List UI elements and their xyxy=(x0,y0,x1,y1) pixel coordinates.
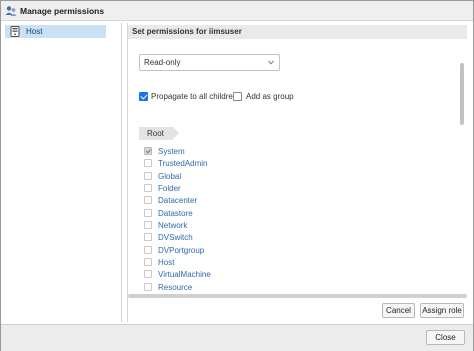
dialog-titlebar: Manage permissions xyxy=(1,1,473,21)
horizontal-scrollbar-thumb[interactable] xyxy=(128,294,467,298)
propagate-row[interactable]: Propagate to all children xyxy=(139,91,239,103)
inventory-tree: Host xyxy=(4,23,122,322)
object-checkbox[interactable] xyxy=(144,282,152,291)
object-label[interactable]: Host xyxy=(158,257,174,268)
object-label[interactable]: TrustedAdmin xyxy=(158,158,208,169)
add-as-group-label: Add as group xyxy=(246,92,294,101)
object-label[interactable]: Datastore xyxy=(158,208,193,219)
role-select[interactable]: Read-only xyxy=(139,54,280,71)
propagate-label: Propagate to all children xyxy=(151,92,238,101)
object-label[interactable]: Network xyxy=(158,220,187,231)
object-label[interactable]: DVPortgroup xyxy=(158,245,204,256)
close-button[interactable]: Close xyxy=(426,330,465,345)
list-item[interactable]: DVPortgroup xyxy=(144,245,444,257)
breadcrumb-label: Root xyxy=(147,129,164,138)
object-label[interactable]: Resource xyxy=(158,282,192,293)
object-checkbox[interactable] xyxy=(144,183,152,192)
object-label[interactable]: VirtualMachine xyxy=(158,269,211,280)
cancel-button[interactable]: Cancel xyxy=(382,303,415,318)
list-item[interactable]: System xyxy=(144,146,444,158)
list-item[interactable]: Host xyxy=(144,257,444,269)
list-item[interactable]: Network xyxy=(144,220,444,232)
propagate-checkbox[interactable] xyxy=(139,92,148,101)
list-item[interactable]: Folder xyxy=(144,183,444,195)
dialog-title: Manage permissions xyxy=(20,6,105,16)
object-checkbox[interactable] xyxy=(144,196,152,205)
add-as-group-checkbox[interactable] xyxy=(233,92,242,101)
list-item[interactable]: DVSwitch xyxy=(144,232,444,244)
vertical-scrollbar-thumb[interactable] xyxy=(460,63,464,125)
object-checkbox[interactable] xyxy=(144,171,152,180)
list-item[interactable]: Global xyxy=(144,171,444,183)
permissions-panel: Set permissions for iimsuser Read-only P… xyxy=(127,23,467,322)
object-label[interactable]: DVSwitch xyxy=(158,232,193,243)
object-checkbox[interactable] xyxy=(144,233,152,242)
object-checkbox[interactable] xyxy=(144,245,152,254)
object-checkbox[interactable] xyxy=(144,257,152,266)
assign-role-button[interactable]: Assign role xyxy=(420,303,464,318)
vertical-scrollbar[interactable] xyxy=(459,43,465,294)
object-label[interactable]: Global xyxy=(158,171,181,182)
horizontal-scrollbar[interactable] xyxy=(128,294,467,299)
object-checkbox[interactable] xyxy=(144,220,152,229)
manage-permissions-dialog: Manage permissions Host Set permissions … xyxy=(0,0,474,351)
list-item[interactable]: Datastore xyxy=(144,208,444,220)
object-checkbox[interactable] xyxy=(144,208,152,217)
list-item[interactable]: VirtualMachine xyxy=(144,269,444,281)
list-item[interactable]: Datacenter xyxy=(144,195,444,207)
panel-title: Set permissions for iimsuser xyxy=(132,27,242,36)
chevron-down-icon xyxy=(268,60,274,65)
dialog-footer: Close xyxy=(1,324,473,351)
users-permissions-icon xyxy=(5,6,17,16)
panel-header: Set permissions for iimsuser xyxy=(128,25,467,39)
object-checkbox-system[interactable] xyxy=(144,147,152,155)
object-label[interactable]: Folder xyxy=(158,183,181,194)
privilege-object-list: System TrustedAdmin Global Folder Datace… xyxy=(144,146,444,294)
list-item[interactable]: TrustedAdmin xyxy=(144,158,444,170)
object-checkbox[interactable] xyxy=(144,159,152,168)
tree-item-label: Host xyxy=(26,27,43,36)
breadcrumb-root[interactable]: Root xyxy=(139,127,179,140)
host-icon xyxy=(10,26,20,37)
object-label[interactable]: System xyxy=(158,146,185,157)
tree-item-host[interactable]: Host xyxy=(5,25,106,38)
role-select-value: Read-only xyxy=(144,58,181,67)
list-item[interactable]: Resource xyxy=(144,282,444,294)
object-checkbox[interactable] xyxy=(144,270,152,279)
add-as-group-row[interactable]: Add as group xyxy=(233,91,303,103)
object-label[interactable]: Datacenter xyxy=(158,195,197,206)
